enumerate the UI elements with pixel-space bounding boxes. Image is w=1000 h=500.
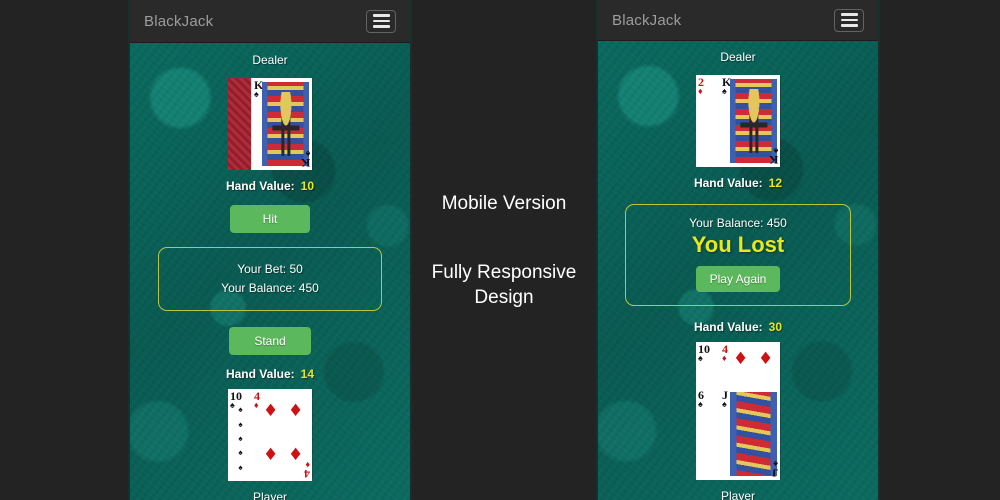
copy-responsive-design: Fully Responsive Design — [431, 261, 577, 308]
dealer-label: Dealer — [252, 53, 288, 67]
navbar-right: BlackJack — [598, 0, 878, 41]
player-hand-row-1: 10 ♠ 4 ♦ ♦ ♦ — [696, 342, 780, 388]
app-title-left: BlackJack — [144, 12, 214, 30]
player-hand-value-right: Hand Value: 30 — [693, 320, 783, 334]
player-label: Player — [720, 489, 755, 500]
player-section-right: Hand Value: 30 10 ♠ 4 ♦ ♦ ♦ 6 ♠ J ♠ J ♠ … — [598, 320, 878, 500]
hamburger-bar — [840, 13, 858, 16]
player-hand-value-number: 14 — [300, 367, 315, 381]
card-corner: 4 ♦ — [722, 342, 728, 363]
card-6-spades: 6 ♠ — [696, 388, 720, 480]
hamburger-bar — [840, 24, 858, 27]
card-king-spades: K ♠ K ♠ — [252, 78, 312, 170]
dealer-section-left: Dealer K ♠ K ♠ Hand Value: 10 Hit — [130, 53, 410, 233]
card-pip: ♦ — [263, 445, 279, 465]
result-box: Your Balance: 450 You Lost Play Again — [625, 204, 851, 306]
hamburger-bar — [372, 19, 390, 23]
bet-box-wrapper: Your Bet: 50 Your Balance: 450 — [130, 247, 410, 311]
card-corner-bottom: 4 ♦ — [304, 460, 310, 481]
card-corner: 6 ♠ — [698, 388, 704, 409]
play-again-button[interactable]: Play Again — [695, 266, 781, 292]
bet-amount-text: Your Bet: 50 — [237, 262, 303, 276]
result-balance-text: Your Balance: 450 — [689, 216, 787, 230]
mobile-preview-right: BlackJack Dealer 2 ♦ K ♠ K ♠ Hand Value:… — [596, 0, 880, 500]
hamburger-bar — [372, 25, 390, 28]
dealer-section-right: Dealer 2 ♦ K ♠ K ♠ Hand Value: 12 — [598, 50, 878, 190]
card-corner: 10 ♠ — [698, 342, 710, 363]
card-2-diamonds: 2 ♦ — [696, 75, 720, 167]
hit-button[interactable]: Hit — [230, 205, 310, 233]
player-hand-value-number: 30 — [768, 320, 783, 334]
dealer-hand-value-left: Hand Value: 10 — [225, 179, 315, 193]
player-hand-row-2: 6 ♠ J ♠ J ♠ — [696, 388, 780, 480]
card-pip: ♦ — [733, 349, 749, 369]
dealer-label: Dealer — [720, 50, 756, 64]
balance-text: Your Balance: 450 — [221, 281, 319, 295]
player-label: Player — [252, 490, 287, 500]
card-jack-spades: J ♠ J ♠ — [720, 388, 780, 480]
card-pip: ♦ — [288, 445, 304, 465]
dealer-hand-value-right: Hand Value: 12 — [693, 176, 783, 190]
stand-button[interactable]: Stand — [229, 327, 311, 355]
app-title-right: BlackJack — [612, 11, 682, 29]
card-10-spades: 10 ♠ — [696, 342, 720, 388]
card-pip: ♦ — [263, 401, 279, 421]
player-hand-right: 10 ♠ 4 ♦ ♦ ♦ 6 ♠ J ♠ J ♠ — [696, 342, 780, 480]
dealer-hand-left: K ♠ K ♠ — [228, 78, 312, 170]
game-table-left: Dealer K ♠ K ♠ Hand Value: 10 Hit Your B… — [130, 43, 410, 500]
player-hand-left: 10 ♠ ♠ ♠ ♠ ♠ ♠ 4 ♦ ♦ ♦ ♦ ♦ 4 ♦ — [228, 389, 312, 481]
navbar-left: BlackJack — [130, 0, 410, 43]
hamburger-menu-icon[interactable] — [834, 8, 864, 32]
dealer-hand-value-number: 10 — [300, 179, 315, 193]
hamburger-bar — [840, 18, 858, 22]
hamburger-menu-icon[interactable] — [366, 9, 396, 33]
card-corner: J ♠ — [722, 388, 728, 409]
card-corner: 4 ♦ — [254, 389, 260, 410]
marketing-copy: Mobile Version Fully Responsive Design — [412, 0, 596, 500]
card-king-spades: K ♠ K ♠ — [720, 75, 780, 167]
card-pip: ♦ — [758, 349, 774, 369]
player-section-left: Stand Hand Value: 14 10 ♠ ♠ ♠ ♠ ♠ ♠ 4 ♦ … — [130, 327, 410, 500]
mobile-preview-left: BlackJack Dealer K ♠ K ♠ Hand Value: 10 … — [128, 0, 412, 500]
card-corner-bottom: K ♠ — [300, 149, 310, 170]
card-corner-bottom: K ♠ — [768, 146, 778, 167]
card-10-spades: 10 ♠ ♠ ♠ ♠ ♠ ♠ — [228, 389, 252, 481]
hamburger-bar — [372, 14, 390, 17]
dealer-hand-value-number: 12 — [768, 176, 783, 190]
card-4-diamonds: 4 ♦ ♦ ♦ ♦ ♦ 4 ♦ — [252, 389, 312, 481]
bet-box: Your Bet: 50 Your Balance: 450 — [158, 247, 382, 311]
player-hand-value-left: Hand Value: 14 — [225, 367, 315, 381]
card-pips: ♠ ♠ ♠ ♠ ♠ — [238, 405, 243, 472]
card-pip: ♦ — [288, 401, 304, 421]
result-verdict-text: You Lost — [691, 232, 785, 257]
result-box-wrapper: Your Balance: 450 You Lost Play Again — [598, 204, 878, 306]
copy-mobile-version: Mobile Version — [441, 192, 567, 214]
card-4-diamonds: 4 ♦ ♦ ♦ — [720, 342, 780, 388]
game-table-right: Dealer 2 ♦ K ♠ K ♠ Hand Value: 12 Your B… — [598, 41, 878, 500]
card-corner: 2 ♦ — [698, 75, 704, 96]
card-face-down — [228, 78, 252, 170]
card-corner-bottom: J ♠ — [772, 459, 778, 480]
dealer-hand-right: 2 ♦ K ♠ K ♠ — [696, 75, 780, 167]
screenshot-root: BlackJack Dealer K ♠ K ♠ Hand Value: 10 … — [0, 0, 1000, 500]
card-face-art — [730, 392, 777, 476]
